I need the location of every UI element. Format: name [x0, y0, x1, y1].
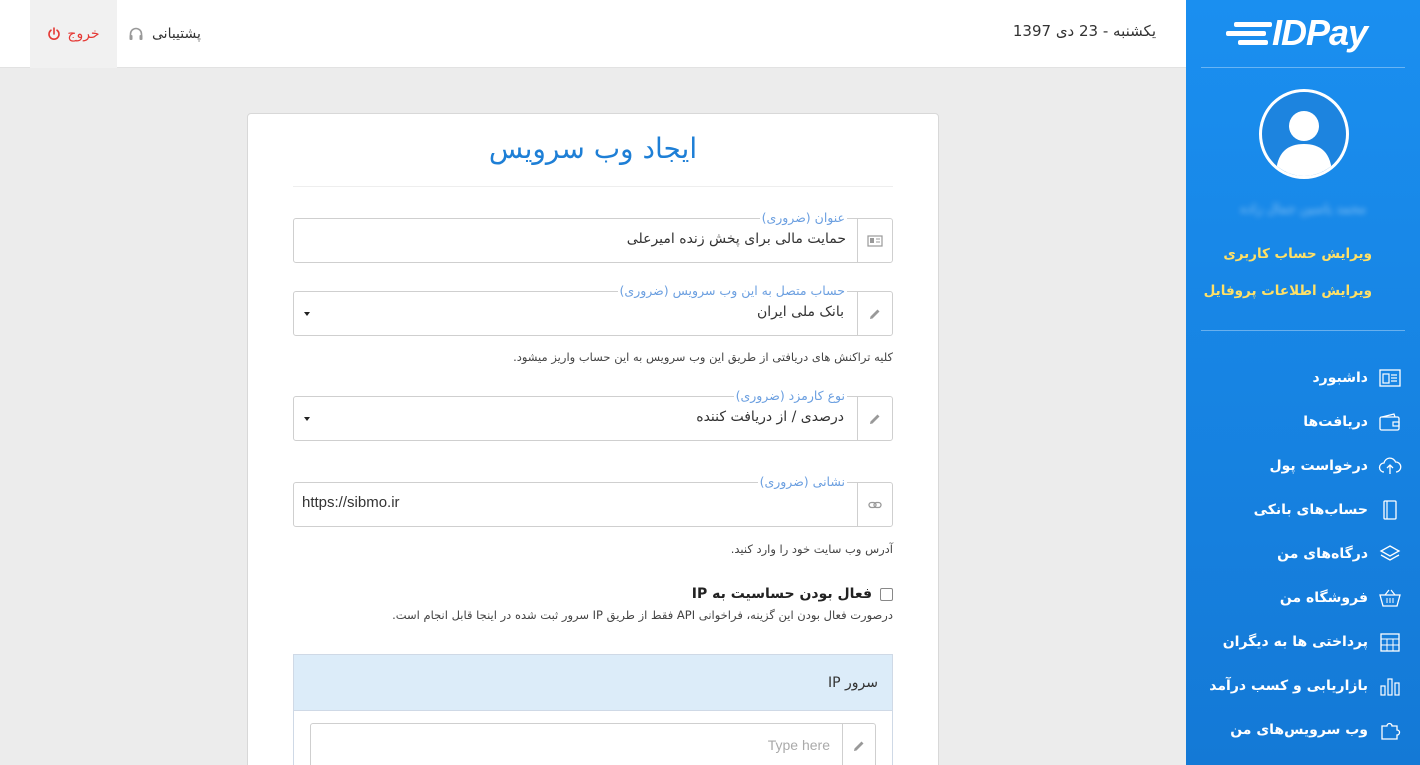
logout-label: خروج	[67, 26, 100, 42]
sidebar-item-label: وب سرویس‌های من	[1230, 722, 1368, 738]
sidebar-item-marketing[interactable]: بازاریابی و کسب درآمد	[1186, 664, 1420, 708]
title-divider	[293, 186, 893, 187]
pencil-icon	[842, 724, 875, 765]
power-icon	[48, 27, 61, 40]
url-field-value: https://sibmo.ir	[302, 494, 400, 511]
account-select[interactable]: حساب متصل به این وب سرویس (ضروری) بانک م…	[293, 283, 893, 336]
top-bar: خروج پشتیبانی یکشنبه - 23 دی 1397	[0, 0, 1186, 68]
sidebar-divider	[1201, 67, 1405, 68]
server-ip-panel: IP سرور Type here	[293, 654, 893, 765]
sidebar-item-label: بازاریابی و کسب درآمد	[1209, 678, 1368, 694]
create-web-service-card: ایجاد وب سرویس عنوان (ضروری) حمایت مالی …	[247, 113, 939, 765]
url-field[interactable]: نشانی (ضروری) https://sibmo.ir	[293, 474, 893, 527]
calendar-icon	[1378, 630, 1402, 654]
sidebar-item-label: حساب‌های بانکی	[1253, 502, 1368, 518]
pencil-icon	[857, 397, 892, 440]
sidebar-item-request-money[interactable]: درخواست پول	[1186, 444, 1420, 488]
layers-icon	[1378, 542, 1402, 566]
sidebar-item-label: داشبورد	[1312, 370, 1369, 386]
link-icon	[857, 483, 892, 526]
sidebar-item-my-shop[interactable]: فروشگاه من	[1186, 576, 1420, 620]
chevron-down-icon	[304, 417, 310, 421]
sidebar-item-bank-accounts[interactable]: حساب‌های بانکی	[1186, 488, 1420, 532]
sidebar-item-label: درگاه‌های من	[1277, 546, 1368, 562]
sidebar-item-receipts[interactable]: دریافت‌ها	[1186, 400, 1420, 444]
title-field[interactable]: عنوان (ضروری) حمایت مالی برای پخش زنده ا…	[293, 210, 893, 263]
fee-type-select-label: نوع کارمزد (ضروری)	[733, 388, 847, 404]
sidebar-item-my-web-services[interactable]: وب سرویس‌های من	[1186, 708, 1420, 752]
puzzle-icon	[1378, 718, 1402, 742]
cloud-upload-icon	[1378, 454, 1402, 478]
dashboard-icon	[1378, 366, 1402, 390]
logo-speed-lines-icon	[1226, 22, 1272, 45]
edit-account-link[interactable]: ویرایش حساب کاربری	[1223, 246, 1372, 262]
id-card-icon	[857, 219, 892, 262]
server-ip-input[interactable]: Type here	[310, 723, 876, 765]
support-button[interactable]: پشتیبانی	[128, 0, 201, 68]
avatar[interactable]	[1259, 89, 1349, 179]
title-field-label: عنوان (ضروری)	[759, 210, 847, 226]
wallet-icon	[1378, 410, 1402, 434]
user-silhouette-icon	[1276, 111, 1332, 176]
idpay-logo[interactable]: IDPay	[1226, 12, 1386, 54]
sidebar-item-dashboard[interactable]: داشبورد	[1186, 356, 1420, 400]
pencil-icon	[857, 292, 892, 335]
fee-type-select-value: درصدی / از دریافت کننده	[696, 409, 844, 425]
page-title: ایجاد وب سرویس	[488, 132, 698, 165]
sidebar-item-label: دریافت‌ها	[1303, 414, 1368, 430]
title-field-value: حمایت مالی برای پخش زنده امیرعلی	[626, 231, 846, 247]
logout-button[interactable]: خروج	[30, 0, 117, 68]
bar-chart-icon	[1378, 674, 1402, 698]
sidebar-item-label: فروشگاه من	[1279, 590, 1368, 606]
sidebar-item-gateways[interactable]: درگاه‌های من	[1186, 532, 1420, 576]
account-select-value: بانک ملی ایران	[757, 304, 844, 320]
account-help-text: کلیه تراکنش های دریافتی از طریق این وب س…	[513, 350, 893, 364]
account-select-label: حساب متصل به این وب سرویس (ضروری)	[617, 283, 847, 299]
headset-icon	[129, 27, 143, 40]
url-field-label: نشانی (ضروری)	[757, 474, 847, 490]
sidebar-menu: داشبورد دریافت‌ها درخواست پول حساب‌های ب…	[1186, 356, 1420, 752]
sidebar-divider	[1201, 330, 1405, 331]
current-date: یکشنبه - 23 دی 1397	[1012, 22, 1156, 40]
server-ip-placeholder: Type here	[767, 737, 830, 753]
ip-sensitivity-row: فعال بودن حساسیت به IP	[692, 586, 893, 602]
book-icon	[1378, 498, 1402, 522]
logo-text: IDPay	[1272, 12, 1368, 53]
username: محمد یاسین جمال زاده	[1240, 202, 1366, 217]
sidebar-item-label: درخواست پول	[1269, 458, 1368, 474]
edit-profile-link[interactable]: ویرایش اطلاعات پروفایل	[1204, 283, 1372, 299]
fee-type-select[interactable]: نوع کارمزد (ضروری) درصدی / از دریافت کنن…	[293, 388, 893, 441]
ip-sensitivity-label: فعال بودن حساسیت به IP	[691, 586, 872, 602]
support-label: پشتیبانی	[152, 26, 201, 42]
sidebar-item-label: پرداختی ها به دیگران	[1222, 634, 1368, 650]
server-ip-panel-title: IP سرور	[827, 674, 878, 691]
ip-sensitivity-help: درصورت فعال بودن این گزینه، فراخوانی API…	[392, 608, 893, 622]
chevron-down-icon	[304, 312, 310, 316]
url-help-text: آدرس وب سایت خود را وارد کنید.	[730, 542, 893, 556]
sidebar-item-payments-to-others[interactable]: پرداختی ها به دیگران	[1186, 620, 1420, 664]
basket-icon	[1378, 586, 1402, 610]
sidebar: IDPay محمد یاسین جمال زاده ویرایش حساب ک…	[1186, 0, 1420, 765]
ip-sensitivity-checkbox[interactable]	[880, 587, 893, 601]
server-ip-panel-header: IP سرور	[294, 655, 892, 711]
